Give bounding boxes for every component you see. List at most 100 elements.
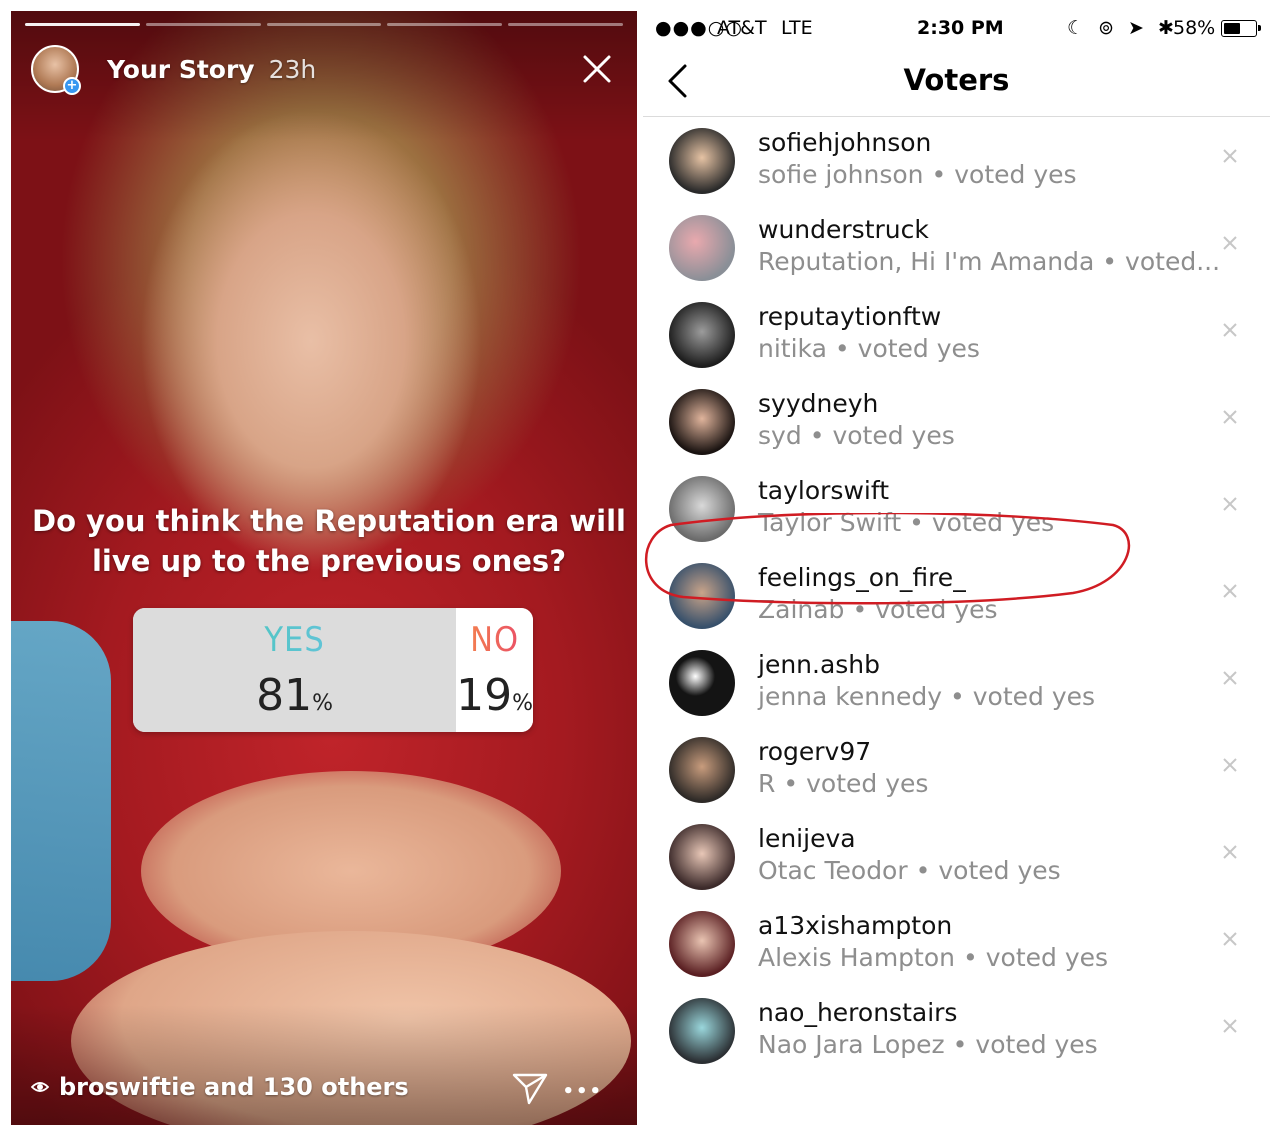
poll-option-yes[interactable]: YES 81%	[133, 608, 457, 732]
voter-avatar[interactable]	[669, 563, 735, 629]
voter-full-name: Alexis Hampton	[758, 943, 955, 972]
story-header: + Your Story 23h	[31, 41, 617, 97]
voter-username[interactable]: sofiehjohnson	[758, 128, 931, 157]
voter-avatar[interactable]	[669, 215, 735, 281]
voter-choice: voted yes	[972, 682, 1096, 711]
remove-icon[interactable]	[1222, 757, 1238, 773]
voter-detail: jenna kennedy • voted yes	[758, 682, 1095, 711]
voter-detail: Alexis Hampton • voted yes	[758, 943, 1108, 972]
voter-detail: Otac Teodor • voted yes	[758, 856, 1061, 885]
voter-row[interactable]: syydneyh syd • voted yes	[643, 379, 1270, 466]
voter-choice: voted yes	[806, 769, 929, 798]
carrier-name: AT&T	[717, 17, 767, 39]
voter-username[interactable]: taylorswift	[758, 476, 889, 505]
eye-icon	[31, 1082, 49, 1092]
story-panel: + Your Story 23h Do you think the Reputa…	[11, 11, 637, 1125]
voter-row[interactable]: wunderstruck Reputation, Hi I'm Amanda • v…	[643, 205, 1270, 292]
voter-detail: Zainab • voted yes	[758, 595, 997, 624]
voter-avatar[interactable]	[669, 650, 735, 716]
voter-detail: syd • voted yes	[758, 421, 955, 450]
remove-icon[interactable]	[1222, 583, 1238, 599]
separator-dot: •	[783, 769, 799, 798]
voter-username[interactable]: wunderstruck	[758, 215, 929, 244]
poll-option-no[interactable]: NO 19%	[456, 608, 533, 732]
voter-row[interactable]: feelings_on_fire_ Zainab • voted yes	[643, 553, 1270, 640]
separator-dot: •	[931, 160, 947, 189]
voter-detail: Nao Jara Lopez • voted yes	[758, 1030, 1098, 1059]
voter-username[interactable]: rogerv97	[758, 737, 871, 766]
story-footer: broswiftie and 130 others •••	[31, 1067, 617, 1107]
send-icon[interactable]	[511, 1069, 549, 1107]
remove-icon[interactable]	[1222, 931, 1238, 947]
bottom-shade	[11, 1005, 637, 1125]
voter-detail: nitika • voted yes	[758, 334, 980, 363]
more-options-icon[interactable]: •••	[562, 1081, 603, 1102]
voter-username[interactable]: nao_heronstairs	[758, 998, 957, 1027]
voter-username[interactable]: feelings_on_fire_	[758, 563, 966, 592]
voter-username[interactable]: lenijeva	[758, 824, 856, 853]
voter-choice: voted...	[1125, 247, 1221, 276]
remove-icon[interactable]	[1222, 322, 1238, 338]
story-avatar[interactable]: +	[31, 45, 81, 95]
voter-row[interactable]: taylorswift Taylor Swift • voted yes	[643, 466, 1270, 553]
background-pillow	[11, 621, 111, 981]
voter-full-name: sofie johnson	[758, 160, 924, 189]
remove-icon[interactable]	[1222, 235, 1238, 251]
voter-avatar[interactable]	[669, 824, 735, 890]
battery-icon	[1221, 20, 1261, 37]
separator-dot: •	[809, 421, 825, 450]
nav-bar: Voters	[643, 45, 1270, 117]
voter-row[interactable]: rogerv97 R • voted yes	[643, 727, 1270, 814]
battery-percent: 58%	[1173, 17, 1216, 39]
voter-avatar[interactable]	[669, 128, 735, 194]
voter-avatar[interactable]	[669, 302, 735, 368]
voter-choice: voted yes	[931, 508, 1055, 537]
voter-choice: voted yes	[857, 334, 980, 363]
voter-username[interactable]: syydneyh	[758, 389, 878, 418]
voter-avatar[interactable]	[669, 476, 735, 542]
voters-screen: salleyfang salley fang•voted yes sofiehj…	[643, 11, 1270, 1125]
voter-full-name: syd	[758, 421, 802, 450]
remove-icon[interactable]	[1222, 409, 1238, 425]
status-time: 2:30 PM	[917, 17, 1004, 39]
voter-full-name: R	[758, 769, 776, 798]
voter-row[interactable]: reputaytionftw nitika • voted yes	[643, 292, 1270, 379]
voters-list[interactable]: salleyfang salley fang•voted yes sofiehj…	[643, 31, 1270, 1075]
voter-row[interactable]: a13xishampton Alexis Hampton • voted yes	[643, 901, 1270, 988]
voter-avatar[interactable]	[669, 911, 735, 977]
voter-detail: Reputation, Hi I'm Amanda • voted...	[758, 247, 1220, 276]
voter-avatar[interactable]	[669, 389, 735, 455]
voter-detail: R • voted yes	[758, 769, 928, 798]
voter-row[interactable]: jenn.ashb jenna kennedy • voted yes	[643, 640, 1270, 727]
status-icons: ☾ ⊚ ➤ ✱	[1067, 17, 1178, 39]
voter-row[interactable]: lenijeva Otac Teodor • voted yes	[643, 814, 1270, 901]
progress-segment	[266, 23, 382, 26]
progress-segment	[145, 23, 261, 26]
remove-icon[interactable]	[1222, 670, 1238, 686]
voter-full-name: Zainab	[758, 595, 845, 624]
voter-row[interactable]: nao_heronstairs Nao Jara Lopez • voted yes	[643, 988, 1270, 1075]
voter-avatar[interactable]	[669, 737, 735, 803]
poll-yes-label: YES	[133, 620, 456, 660]
voter-avatar[interactable]	[669, 998, 735, 1064]
remove-icon[interactable]	[1222, 148, 1238, 164]
voter-username[interactable]: a13xishampton	[758, 911, 952, 940]
remove-icon[interactable]	[1222, 496, 1238, 512]
voter-row[interactable]: sofiehjohnson sofie johnson • voted yes	[643, 118, 1270, 205]
poll-no-percent: 19%	[456, 670, 533, 721]
remove-icon[interactable]	[1222, 844, 1238, 860]
poll-yes-percent: 81%	[256, 670, 333, 721]
separator-dot: •	[1102, 247, 1118, 276]
voter-username[interactable]: reputaytionftw	[758, 302, 941, 331]
story-username[interactable]: Your Story	[107, 55, 255, 84]
remove-icon[interactable]	[1222, 1018, 1238, 1034]
progress-segment	[25, 23, 140, 26]
poll-sticker[interactable]: YES 81% NO 19%	[133, 608, 533, 732]
close-icon[interactable]	[581, 53, 613, 85]
separator-dot: •	[949, 682, 965, 711]
voter-username[interactable]: jenn.ashb	[758, 650, 880, 679]
voter-full-name: nitika	[758, 334, 827, 363]
voter-choice: voted yes	[832, 421, 955, 450]
viewers-count[interactable]: broswiftie and 130 others	[59, 1073, 409, 1101]
add-story-icon[interactable]: +	[63, 77, 81, 95]
